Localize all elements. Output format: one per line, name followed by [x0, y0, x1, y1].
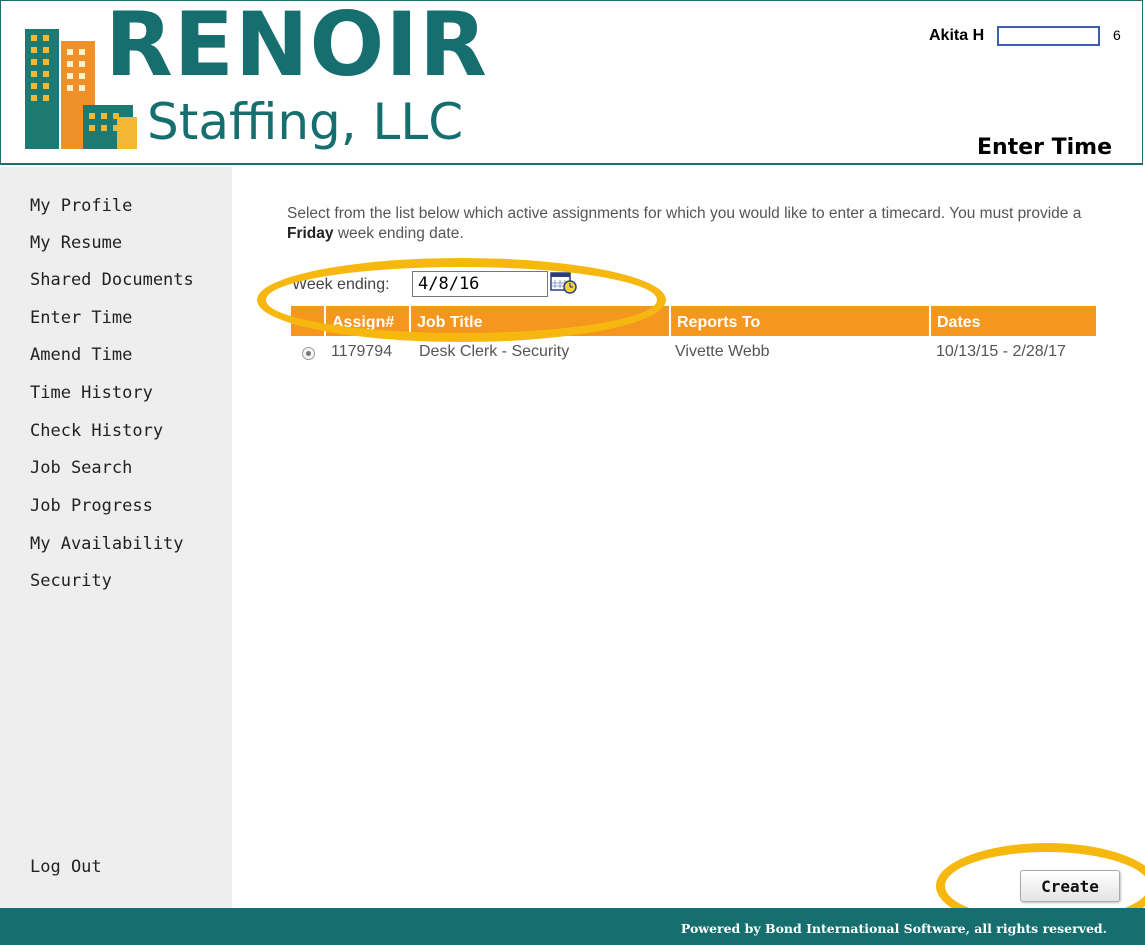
- company-logo: RENOIR Staffing, LLC: [17, 1, 487, 157]
- logo-subtitle: Staffing, LLC: [147, 93, 464, 151]
- instructions-part1: Select from the list below which active …: [287, 205, 1082, 222]
- footer-text: Powered by Bond International Software, …: [680, 921, 1107, 936]
- sidebar-item-security[interactable]: Security: [30, 571, 112, 591]
- sidebar-item-enter-time[interactable]: Enter Time: [30, 308, 132, 328]
- sidebar: My Profile My Resume Shared Documents En…: [0, 167, 232, 908]
- cell-dates: 10/13/15 - 2/28/17: [936, 343, 1066, 360]
- table-header: Assign# Job Title Reports To Dates: [291, 306, 1096, 336]
- sidebar-item-check-history[interactable]: Check History: [30, 421, 163, 441]
- header: RENOIR Staffing, LLC Akita H 6 Enter Tim…: [0, 0, 1143, 165]
- create-button[interactable]: Create: [1020, 870, 1120, 902]
- sidebar-item-shared-documents[interactable]: Shared Documents: [30, 270, 194, 290]
- week-ending-input[interactable]: [412, 271, 548, 297]
- header-job-title: Job Title: [411, 306, 669, 336]
- cell-assign: 1179794: [331, 343, 393, 360]
- week-ending-label: Week ending:: [292, 276, 390, 293]
- sidebar-item-job-search[interactable]: Job Search: [30, 458, 132, 478]
- cell-job-title: Desk Clerk - Security: [419, 343, 570, 360]
- header-select: [291, 306, 324, 336]
- sidebar-item-job-progress[interactable]: Job Progress: [30, 496, 153, 516]
- footer: Powered by Bond International Software, …: [0, 908, 1145, 945]
- sidebar-item-my-profile[interactable]: My Profile: [30, 196, 132, 216]
- instructions-text: Select from the list below which active …: [287, 204, 1127, 244]
- redacted-box: [997, 26, 1100, 46]
- page-title: Enter Time: [977, 135, 1113, 160]
- instructions-bold: Friday: [287, 225, 334, 242]
- sidebar-item-amend-time[interactable]: Amend Time: [30, 345, 132, 365]
- user-name: Akita H: [929, 27, 985, 44]
- instructions-part2: week ending date.: [333, 225, 464, 242]
- sidebar-item-time-history[interactable]: Time History: [30, 383, 153, 403]
- radio-selected-icon[interactable]: [302, 347, 315, 360]
- user-name-suffix: 6: [1113, 27, 1121, 43]
- header-dates: Dates: [931, 306, 1096, 336]
- logout-link[interactable]: Log Out: [30, 857, 102, 877]
- sidebar-item-my-availability[interactable]: My Availability: [30, 534, 184, 554]
- table-row[interactable]: 1179794 Desk Clerk - Security Vivette We…: [291, 343, 1111, 367]
- logo-wordmark: RENOIR: [105, 0, 488, 96]
- header-assign: Assign#: [326, 306, 409, 336]
- sidebar-item-my-resume[interactable]: My Resume: [30, 233, 122, 253]
- calendar-clock-icon[interactable]: [550, 271, 578, 295]
- header-reports-to: Reports To: [671, 306, 929, 336]
- cell-reports-to: Vivette Webb: [675, 343, 770, 360]
- main-content: Select from the list below which active …: [232, 167, 1145, 908]
